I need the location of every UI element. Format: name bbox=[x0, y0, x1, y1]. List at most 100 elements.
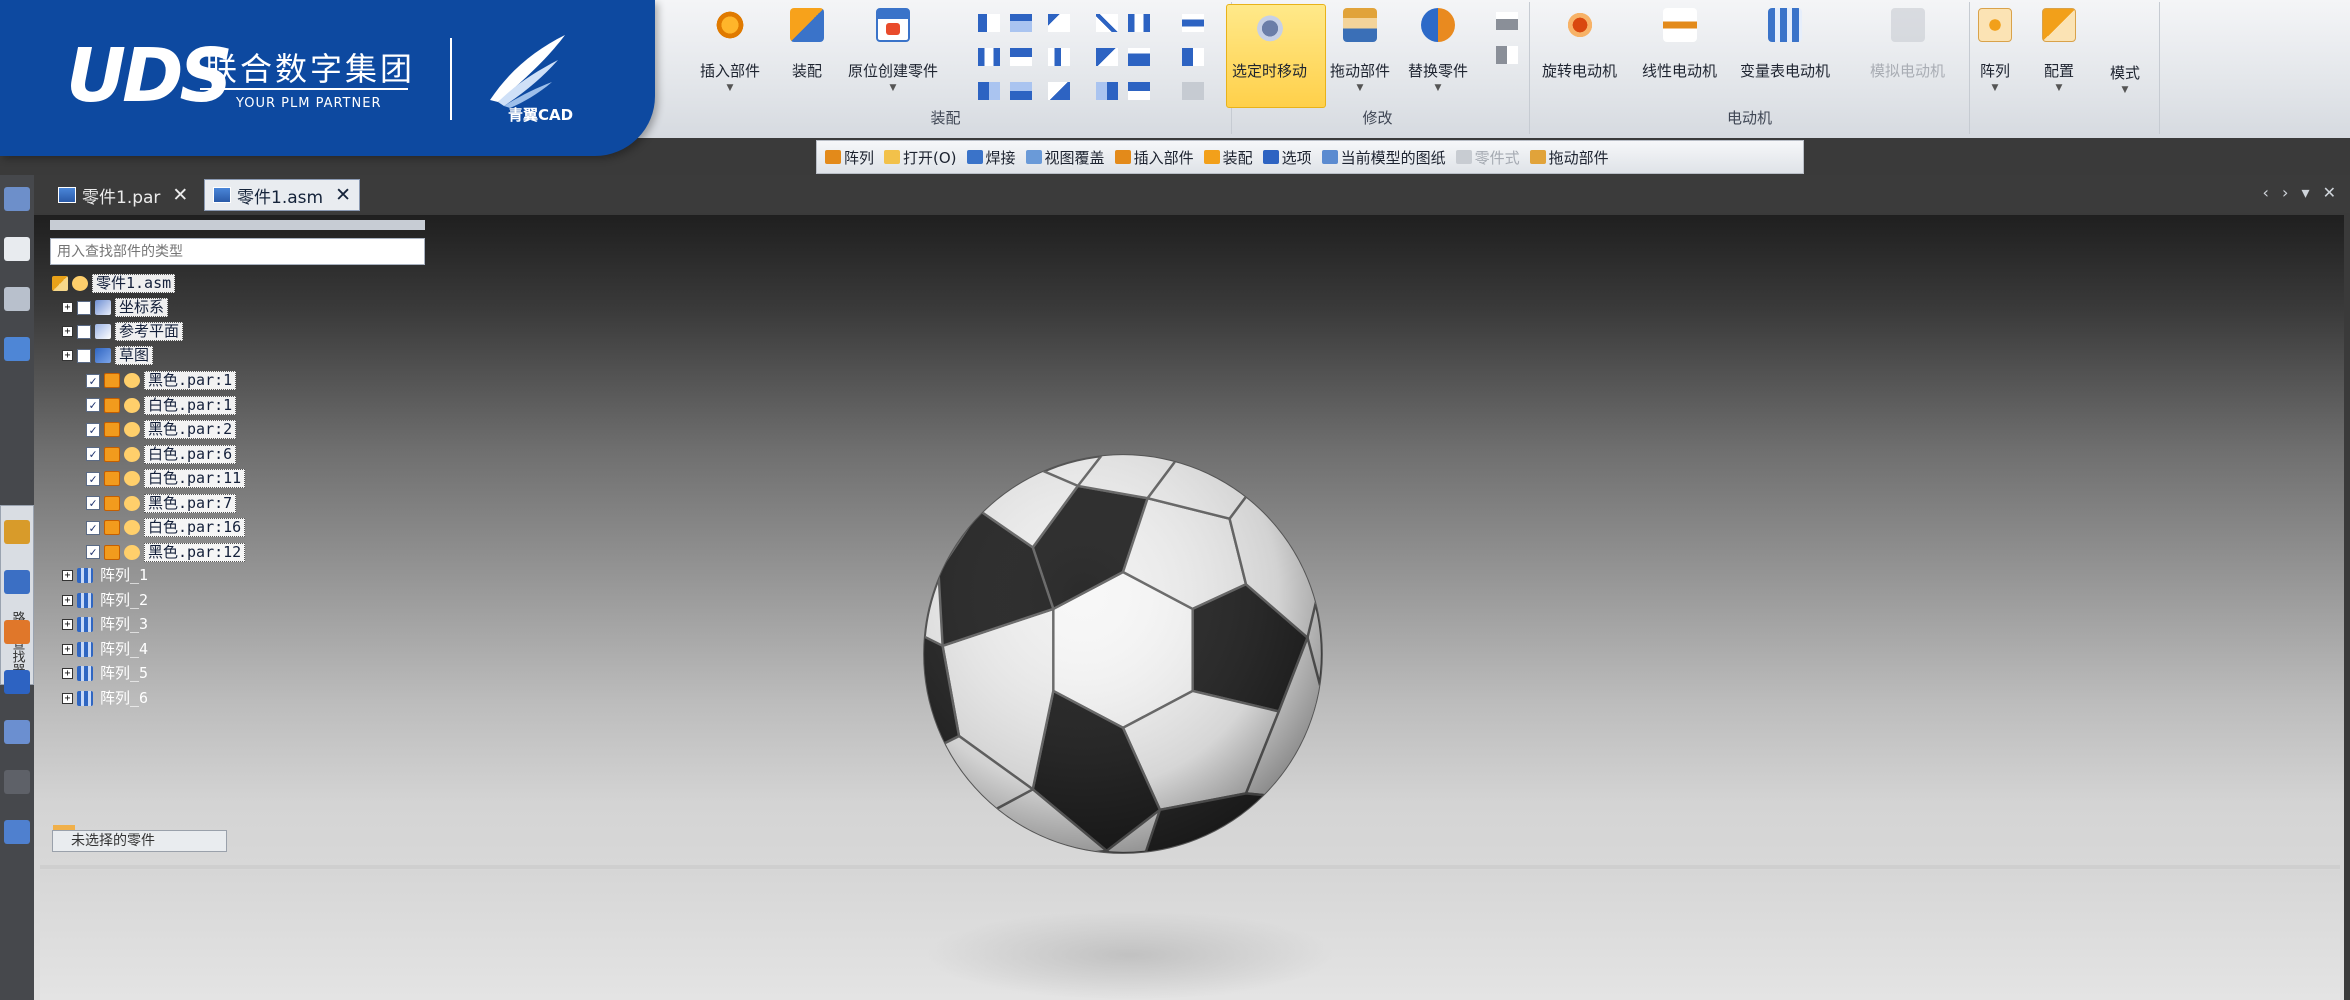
library-icon[interactable] bbox=[4, 187, 30, 211]
move-when-selected-button[interactable]: 选定时移动 bbox=[1232, 8, 1307, 81]
tree-pattern-1[interactable]: + 阵列_1 bbox=[62, 567, 151, 584]
layer-icon[interactable] bbox=[4, 237, 30, 261]
tree-node-coord[interactable]: + 坐标系 bbox=[62, 298, 169, 317]
list-icon[interactable] bbox=[1182, 14, 1204, 32]
tree-part-3[interactable]: ✓ 黑色.par:2 bbox=[86, 420, 237, 439]
visibility-checkbox[interactable]: ✓ bbox=[86, 496, 100, 510]
tree-pattern-2[interactable]: + 阵列_2 bbox=[62, 591, 151, 609]
render-icon[interactable] bbox=[4, 620, 30, 644]
tree-part-4[interactable]: ✓ 白色.par:6 bbox=[86, 444, 237, 464]
insert-relation-icon[interactable] bbox=[1096, 82, 1118, 100]
center-icon[interactable] bbox=[1128, 14, 1150, 32]
qa-insert-part[interactable]: 插入部件 bbox=[1114, 147, 1194, 168]
qa-weld[interactable]: 焊接 bbox=[966, 147, 1016, 168]
gear-relation-icon[interactable] bbox=[1128, 48, 1150, 66]
visibility-checkbox[interactable]: ✓ bbox=[86, 545, 100, 559]
rotary-motor-button[interactable]: 旋转电动机 bbox=[1542, 8, 1617, 81]
qa-options[interactable]: 选项 bbox=[1262, 147, 1312, 168]
unselected-parts-box[interactable]: 未选择的零件 bbox=[52, 825, 227, 852]
explode-icon[interactable] bbox=[1496, 12, 1518, 30]
visibility-checkbox[interactable] bbox=[77, 324, 91, 339]
path-icon[interactable] bbox=[978, 82, 1000, 100]
qa-drawing[interactable]: 当前模型的图纸 bbox=[1321, 147, 1446, 168]
visibility-checkbox[interactable] bbox=[77, 348, 91, 363]
tab-navigation[interactable]: ‹ › ▾ ✕ bbox=[2263, 183, 2341, 202]
tree-node-sketch[interactable]: + 草图 bbox=[62, 346, 154, 365]
dots-icon[interactable] bbox=[4, 770, 30, 794]
pathfinder-icon[interactable] bbox=[4, 337, 30, 361]
assemble-button[interactable]: 装配 bbox=[790, 8, 824, 81]
expand-icon[interactable]: + bbox=[62, 594, 73, 606]
qa-view-overlay[interactable]: 视图覆盖 bbox=[1025, 147, 1105, 168]
qa-drag-part[interactable]: 拖动部件 bbox=[1529, 147, 1609, 168]
visibility-checkbox[interactable]: ✓ bbox=[86, 447, 100, 461]
expand-icon[interactable]: + bbox=[62, 692, 73, 704]
grid-icon[interactable] bbox=[4, 720, 30, 744]
configure-button[interactable]: 配置 ▼ bbox=[2042, 8, 2076, 93]
tab-part-par[interactable]: 零件1.par ✕ bbox=[50, 179, 196, 211]
visibility-checkbox[interactable]: ✓ bbox=[86, 520, 100, 535]
tree-pattern-5[interactable]: + 阵列_5 bbox=[62, 665, 151, 682]
tree-part-2[interactable]: ✓ 白色.par:1 bbox=[86, 395, 237, 415]
text-icon[interactable] bbox=[1182, 48, 1204, 66]
tree-part-8[interactable]: ✓ 黑色.par:12 bbox=[86, 542, 246, 562]
insert-part-button[interactable]: 插入部件 ▼ bbox=[700, 8, 760, 93]
qa-open[interactable]: 打开(O) bbox=[884, 147, 957, 168]
visibility-checkbox[interactable] bbox=[77, 300, 91, 315]
rigid-icon[interactable] bbox=[1010, 82, 1032, 100]
relation-icon[interactable] bbox=[978, 14, 1000, 32]
angle-icon[interactable] bbox=[1096, 14, 1118, 32]
visibility-checkbox[interactable]: ✓ bbox=[86, 398, 100, 412]
part-search-input[interactable] bbox=[50, 238, 425, 265]
variable-motor-button[interactable]: 变量表电动机 bbox=[1740, 8, 1830, 81]
pattern-button[interactable]: 阵列 ▼ bbox=[1978, 8, 2012, 93]
expand-icon[interactable]: + bbox=[62, 643, 73, 655]
soccer-ball-model[interactable] bbox=[918, 448, 1328, 860]
qa-assemble[interactable]: 装配 bbox=[1203, 147, 1253, 168]
visibility-checkbox[interactable]: ✓ bbox=[86, 373, 100, 388]
feature-icon[interactable] bbox=[4, 520, 30, 544]
close-icon[interactable]: ✕ bbox=[172, 184, 188, 206]
expand-icon[interactable]: + bbox=[62, 570, 73, 581]
drag-part-button[interactable]: 拖动部件 ▼ bbox=[1330, 8, 1390, 93]
close-icon[interactable]: ✕ bbox=[335, 184, 351, 206]
qa-pattern[interactable]: 阵列 bbox=[825, 147, 874, 168]
tree-node-plane[interactable]: + 参考平面 bbox=[62, 322, 184, 341]
mode-button[interactable]: 模式 ▼ bbox=[2110, 62, 2140, 95]
align-icon[interactable] bbox=[1048, 14, 1070, 32]
transfer-icon[interactable] bbox=[1496, 46, 1518, 64]
expand-icon[interactable]: + bbox=[62, 326, 73, 337]
visibility-checkbox[interactable]: ✓ bbox=[86, 471, 100, 486]
visibility-checkbox[interactable]: ✓ bbox=[86, 422, 100, 437]
tree-pattern-4[interactable]: + 阵列_4 bbox=[62, 640, 151, 658]
ground-icon[interactable] bbox=[1048, 82, 1070, 100]
tool-icon[interactable] bbox=[4, 287, 30, 311]
tree-pattern-6[interactable]: + 阵列_6 bbox=[62, 689, 151, 707]
expand-icon[interactable]: + bbox=[62, 619, 73, 630]
capture-icon[interactable] bbox=[1128, 82, 1150, 100]
tree-part-6[interactable]: ✓ 黑色.par:7 bbox=[86, 493, 237, 513]
tree-root[interactable]: 零件1.asm bbox=[52, 274, 176, 293]
link-icon bbox=[124, 495, 140, 511]
expand-icon[interactable]: + bbox=[62, 350, 73, 361]
select-icon[interactable] bbox=[4, 670, 30, 694]
tree-pattern-3[interactable]: + 阵列_3 bbox=[62, 616, 151, 633]
mate-icon[interactable] bbox=[1010, 14, 1032, 32]
teamcenter-icon[interactable] bbox=[4, 820, 30, 844]
tree-part-7[interactable]: ✓ 白色.par:16 bbox=[86, 518, 246, 537]
tab-part-asm[interactable]: 零件1.asm ✕ bbox=[204, 179, 360, 211]
tree-part-5[interactable]: ✓ 白色.par:11 bbox=[86, 469, 246, 488]
ribbon-group-assembly: 插入部件 ▼ 装配 原位创建零件 ▼ 装配 bbox=[660, 2, 1232, 134]
qa-part-mode: 零件式 bbox=[1455, 147, 1520, 168]
expand-icon[interactable]: + bbox=[62, 668, 73, 679]
parallel-icon[interactable] bbox=[978, 48, 1000, 66]
create-in-place-button[interactable]: 原位创建零件 ▼ bbox=[848, 8, 938, 93]
connect-icon[interactable] bbox=[1010, 48, 1032, 66]
expand-icon[interactable]: + bbox=[62, 302, 73, 313]
cam-icon[interactable] bbox=[1096, 48, 1118, 66]
sensor-icon[interactable] bbox=[4, 570, 30, 594]
tangent-icon[interactable] bbox=[1048, 48, 1070, 66]
replace-part-button[interactable]: 替换零件 ▼ bbox=[1408, 8, 1468, 93]
tree-part-1[interactable]: ✓ 黑色.par:1 bbox=[86, 371, 237, 390]
linear-motor-button[interactable]: 线性电动机 bbox=[1642, 8, 1717, 81]
